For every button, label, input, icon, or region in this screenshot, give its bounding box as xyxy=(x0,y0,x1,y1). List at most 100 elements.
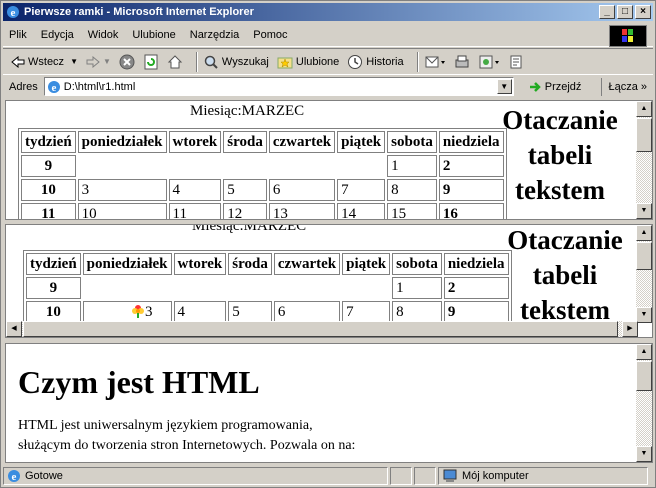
menu-pomoc[interactable]: Pomoc xyxy=(253,29,287,41)
toolbar-separator xyxy=(195,51,198,72)
week-cell: 10 xyxy=(26,301,81,323)
svg-text:e: e xyxy=(11,7,16,19)
table-row: 11 10 11 12 13 14 15 16 xyxy=(21,203,504,219)
back-arrow-icon xyxy=(11,55,25,68)
table-row: 9 1 2 xyxy=(26,277,509,299)
history-icon xyxy=(348,54,363,69)
table-header-row: tydzień poniedziałek wtorek środa czwart… xyxy=(26,253,509,275)
links-chevron-icon: » xyxy=(640,81,647,93)
mail-icon[interactable] xyxy=(424,54,446,70)
back-label: Wstecz xyxy=(28,55,65,68)
day-cell: 6 xyxy=(273,301,341,323)
side-text-line: tabeli xyxy=(532,260,598,290)
header-cell: piątek xyxy=(337,131,386,153)
svg-text:e: e xyxy=(51,82,56,94)
ie-icon: e xyxy=(7,6,19,19)
discuss-icon[interactable] xyxy=(508,54,524,70)
scroll-thumb[interactable] xyxy=(636,361,652,391)
svg-text:e: e xyxy=(12,471,17,483)
day-cell: 10 xyxy=(77,203,167,219)
minimize-button[interactable]: _ xyxy=(599,5,615,19)
status-bar: e Gotowe Mój komputer xyxy=(3,465,653,487)
scroll-thumb[interactable] xyxy=(636,242,652,270)
calendar-table: tydzień poniedziałek wtorek środa czwart… xyxy=(23,250,512,326)
week-cell: 11 xyxy=(21,203,76,219)
horizontal-scrollbar[interactable]: ◀ ▶ xyxy=(6,321,638,337)
title-bar: e Pierwsze ramki - Microsoft Internet Ex… xyxy=(3,3,653,21)
go-arrow-icon xyxy=(529,81,541,92)
scroll-up-icon[interactable]: ▲ xyxy=(636,225,652,241)
go-label: Przejdź xyxy=(544,80,582,93)
vertical-scrollbar[interactable]: ▲ ▼ xyxy=(636,101,652,219)
side-text-line: Otaczanie xyxy=(507,225,623,255)
side-text-line: Otaczanie xyxy=(502,105,618,135)
scroll-up-icon[interactable]: ▲ xyxy=(636,101,652,117)
stop-icon[interactable] xyxy=(119,54,135,70)
side-text-line: tabeli xyxy=(527,140,593,170)
back-dropdown-icon[interactable]: ▼ xyxy=(70,57,78,66)
scroll-up-icon[interactable]: ▲ xyxy=(636,344,652,360)
window-title: Pierwsze ramki - Microsoft Internet Expl… xyxy=(24,6,254,18)
header-cell: środa xyxy=(223,131,267,153)
day-cell: 8 xyxy=(392,301,442,323)
forward-dropdown-icon[interactable]: ▼ xyxy=(103,57,111,66)
menu-edycja[interactable]: Edycja xyxy=(41,29,74,41)
frame-middle[interactable]: Miesiąc:MARZEC tydzień poniedziałek wtor… xyxy=(5,224,653,338)
calendar-caption: Miesiąc:MARZEC xyxy=(192,224,307,234)
scroll-right-icon[interactable]: ▶ xyxy=(622,321,638,337)
edit-icon[interactable] xyxy=(478,54,500,70)
day-cell: 1 xyxy=(387,155,437,177)
day-cell: 4 xyxy=(173,301,227,323)
vertical-scrollbar[interactable]: ▲ ▼ xyxy=(636,344,652,462)
day-cell: 13 xyxy=(268,203,336,219)
zone-label: Mój komputer xyxy=(462,470,529,482)
article-paragraph: HTML jest uniwersalnym językiem programo… xyxy=(18,416,618,456)
header-cell: tydzień xyxy=(26,253,81,275)
scroll-down-icon[interactable]: ▼ xyxy=(636,307,652,323)
header-cell: środa xyxy=(228,253,272,275)
windows-logo xyxy=(609,25,647,47)
calendar-table: tydzień poniedziałek wtorek środa czwart… xyxy=(18,128,507,219)
empty-cell xyxy=(83,277,390,299)
scroll-down-icon[interactable]: ▼ xyxy=(636,203,652,219)
home-icon[interactable] xyxy=(167,54,183,70)
scroll-down-icon[interactable]: ▼ xyxy=(636,446,652,462)
print-icon[interactable] xyxy=(454,54,470,70)
back-button[interactable]: Wstecz ▼ xyxy=(11,55,78,68)
address-input[interactable]: e D:\html\r1.html ▼ xyxy=(43,77,514,96)
maximize-button[interactable]: □ xyxy=(617,5,633,19)
day-value: 3 xyxy=(145,303,153,320)
frame-bottom[interactable]: Czym jest HTML HTML jest uniwersalnym ję… xyxy=(5,343,653,463)
refresh-icon[interactable] xyxy=(143,54,159,70)
menu-plik[interactable]: Plik xyxy=(9,29,27,41)
day-cell: 5 xyxy=(228,301,272,323)
forward-button[interactable]: ▼ xyxy=(86,55,111,68)
scroll-left-icon[interactable]: ◀ xyxy=(6,321,22,337)
links-button[interactable]: Łącza » xyxy=(601,78,647,96)
menu-narzedzia[interactable]: Narzędzia xyxy=(190,29,240,41)
status-panel xyxy=(390,467,412,485)
history-button[interactable]: Historia xyxy=(347,54,404,70)
go-button[interactable]: Przejdź xyxy=(528,80,582,94)
menu-ulubione[interactable]: Ulubione xyxy=(132,29,175,41)
close-button[interactable]: × xyxy=(635,5,651,19)
scroll-thumb[interactable] xyxy=(23,321,618,337)
frame-top[interactable]: Miesiąc:MARZEC tydzień poniedziałek wtor… xyxy=(5,100,653,220)
status-panel: e Gotowe xyxy=(3,467,388,485)
search-button[interactable]: Wyszukaj xyxy=(203,54,269,70)
vertical-scrollbar[interactable]: ▲ ▼ xyxy=(636,225,652,323)
scroll-thumb[interactable] xyxy=(636,118,652,152)
address-value: D:\html\r1.html xyxy=(63,80,136,93)
article-heading: Czym jest HTML xyxy=(18,364,260,400)
address-dropdown-icon[interactable]: ▼ xyxy=(496,79,512,94)
day-cell: 8 xyxy=(387,179,437,201)
address-label: Adres xyxy=(9,80,38,93)
paragraph-line: służącym do tworzenia stron Internetowyc… xyxy=(18,438,356,453)
favorites-button[interactable]: Ulubione xyxy=(277,54,339,70)
history-label: Historia xyxy=(366,55,404,68)
status-zone: Mój komputer xyxy=(438,467,648,485)
search-icon xyxy=(204,55,218,69)
menu-widok[interactable]: Widok xyxy=(88,29,119,41)
day-cell: 1 xyxy=(392,277,442,299)
search-label: Wyszukaj xyxy=(221,55,269,68)
